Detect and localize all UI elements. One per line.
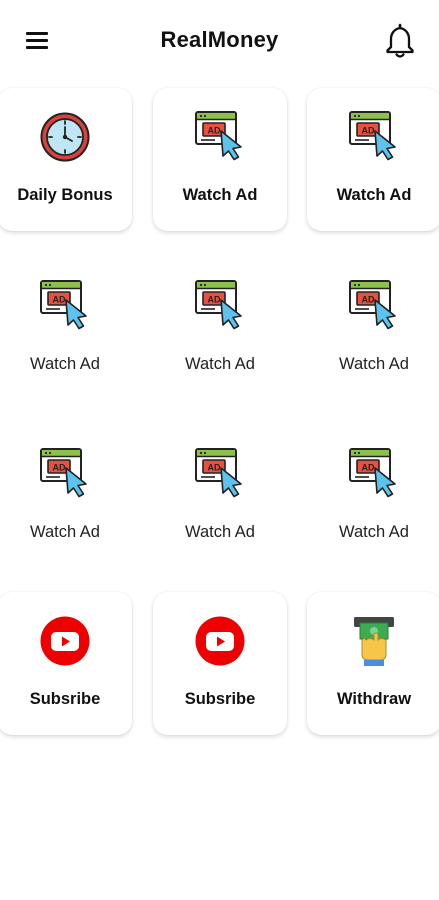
youtube-icon (195, 616, 245, 666)
tile-label: Watch Ad (184, 523, 255, 541)
ad-click-icon (348, 279, 400, 333)
tile-label: Watch Ad (29, 355, 100, 373)
watch-ad-tile[interactable]: Watch Ad (307, 257, 439, 400)
tile-label: Daily Bonus (17, 186, 113, 204)
watch-ad-tile[interactable]: Watch Ad (153, 257, 287, 400)
watch-ad-tile[interactable]: Watch Ad (153, 425, 287, 568)
tile-label: Watch Ad (338, 355, 409, 373)
watch-ad-tile[interactable]: Watch Ad (0, 425, 132, 568)
withdraw-tile[interactable]: Withdraw (307, 592, 439, 735)
watch-ad-tile[interactable]: Watch Ad (307, 88, 439, 231)
app-bar: RealMoney (0, 0, 439, 80)
cash-withdraw-icon (354, 617, 394, 666)
subscribe-tile[interactable]: Subsribe (153, 592, 287, 735)
ad-click-icon (194, 110, 246, 164)
ad-click-icon (39, 447, 91, 501)
youtube-icon (40, 616, 90, 666)
tile-label: Watch Ad (336, 186, 412, 204)
tile-label: Watch Ad (184, 355, 255, 373)
ad-click-icon (348, 110, 400, 164)
tile-label: Watch Ad (338, 523, 409, 541)
ad-click-icon (194, 447, 246, 501)
tile-label: Subsribe (29, 690, 101, 708)
bell-icon[interactable] (382, 22, 418, 60)
ad-click-icon (348, 447, 400, 501)
tile-label: Watch Ad (29, 523, 100, 541)
daily-bonus-tile[interactable]: Daily Bonus (0, 88, 132, 231)
watch-ad-tile[interactable]: Watch Ad (307, 425, 439, 568)
watch-ad-tile[interactable]: Watch Ad (153, 88, 287, 231)
subscribe-tile[interactable]: Subsribe (0, 592, 132, 735)
app-title: RealMoney (160, 27, 279, 52)
tile-label: Subsribe (184, 690, 256, 708)
ad-click-icon (194, 279, 246, 333)
watch-ad-tile[interactable]: Watch Ad (0, 257, 132, 400)
clock-icon (40, 112, 90, 162)
tile-label: Withdraw (336, 690, 412, 708)
tile-label: Watch Ad (182, 186, 258, 204)
ad-click-icon (39, 279, 91, 333)
